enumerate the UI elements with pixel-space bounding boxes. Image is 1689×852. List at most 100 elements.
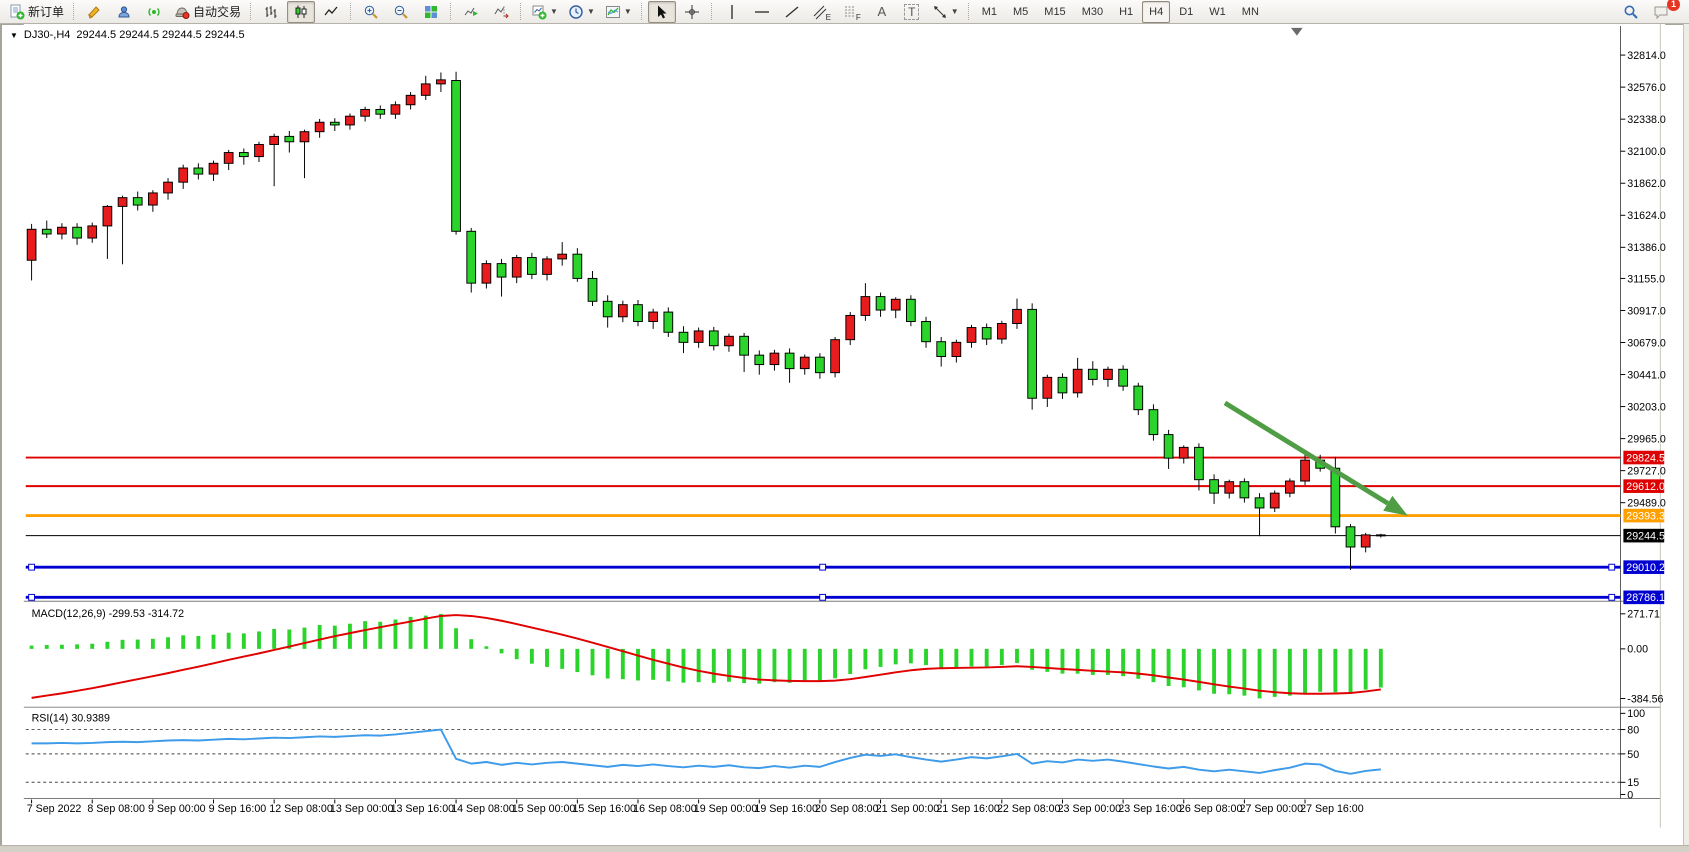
line-handle[interactable] — [1609, 594, 1615, 600]
price-axis[interactable]: 32814.032576.032338.032100.031862.031624… — [1620, 50, 1665, 510]
signals-button[interactable] — [140, 1, 168, 23]
crosshair-button[interactable] — [678, 1, 706, 23]
templates-dropdown[interactable]: ▼ — [601, 1, 636, 23]
auto-trading-icon — [174, 4, 190, 20]
price-tick-label: 32576.0 — [1627, 82, 1666, 94]
line-price-label: 29824.5 — [1626, 452, 1665, 464]
new-order-button[interactable]: 新订单 — [5, 1, 68, 23]
candle — [1376, 535, 1385, 536]
line-handle[interactable] — [1609, 564, 1615, 570]
candle — [285, 136, 294, 141]
channel-button[interactable]: E — [808, 1, 836, 23]
toolbar-separator — [968, 3, 970, 20]
label-button[interactable]: T — [898, 1, 926, 23]
zoom-out-button[interactable] — [387, 1, 415, 23]
date-tick-label: 12 Sep 08:00 — [269, 803, 333, 815]
candle — [1361, 535, 1370, 547]
candle — [922, 322, 931, 342]
window-right-scrollbar[interactable] — [1683, 24, 1689, 851]
date-tick-label: 27 Sep 00:00 — [1240, 803, 1304, 815]
auto-trading-button[interactable]: 自动交易 — [170, 1, 245, 23]
periods-dropdown[interactable]: ▼ — [564, 1, 599, 23]
template-chart-icon — [605, 4, 621, 20]
candle — [118, 198, 127, 207]
trendline-button[interactable] — [778, 1, 806, 23]
price-tick-label: 29489.0 — [1627, 498, 1666, 510]
auto-scroll-button[interactable] — [457, 1, 485, 23]
candle — [148, 193, 157, 205]
candle — [725, 336, 734, 345]
date-tick-label: 21 Sep 00:00 — [876, 803, 940, 815]
tab-timeframe-M1[interactable]: M1 — [975, 1, 1004, 23]
candle — [618, 305, 627, 317]
chart-candles-button[interactable] — [287, 1, 315, 23]
candle — [588, 278, 597, 301]
new-chart-dropdown[interactable]: ▼ — [527, 1, 562, 23]
zoom-in-button[interactable] — [357, 1, 385, 23]
line-handle[interactable] — [29, 594, 35, 600]
new-order-icon — [9, 4, 25, 20]
tab-timeframe-M15[interactable]: M15 — [1037, 1, 1072, 23]
chart-shift-button[interactable] — [487, 1, 515, 23]
candle — [558, 254, 567, 259]
arrows-dropdown[interactable]: ▼ — [928, 1, 963, 23]
date-tick-label: 13 Sep 16:00 — [391, 803, 455, 815]
cursor-button[interactable] — [648, 1, 676, 23]
tab-timeframe-D1[interactable]: D1 — [1172, 1, 1200, 23]
text-button[interactable]: A — [868, 1, 896, 23]
crosshair-icon — [684, 4, 700, 20]
chart-line-button[interactable] — [317, 1, 345, 23]
date-tick-label: 9 Sep 00:00 — [148, 803, 206, 815]
candle — [482, 264, 491, 284]
line-chart-icon — [323, 4, 339, 20]
price-tick-label: 32100.0 — [1627, 146, 1666, 158]
candle — [1270, 493, 1279, 508]
notifications-button[interactable]: 1 — [1647, 1, 1675, 23]
tab-timeframe-M5[interactable]: M5 — [1006, 1, 1035, 23]
chart-canvas[interactable]: 32814.032576.032338.032100.031862.031624… — [0, 24, 1689, 851]
candle — [467, 231, 476, 283]
candle — [891, 299, 900, 310]
candle — [421, 84, 430, 95]
tab-timeframe-H1[interactable]: H1 — [1112, 1, 1140, 23]
equidistant-channel-icon — [813, 4, 827, 20]
candle — [1088, 369, 1097, 379]
candle — [543, 259, 552, 274]
line-handle[interactable] — [820, 564, 826, 570]
date-tick-label: 19 Sep 16:00 — [754, 803, 818, 815]
candle — [664, 312, 673, 332]
date-tick-label: 23 Sep 00:00 — [1058, 803, 1122, 815]
candle — [376, 109, 385, 114]
line-handle[interactable] — [29, 564, 35, 570]
chevron-down-icon: ▼ — [550, 8, 558, 16]
price-tick-label: 31155.0 — [1627, 273, 1665, 285]
candle — [573, 254, 582, 278]
candle — [1195, 447, 1204, 479]
collapse-triangle-icon[interactable]: ▼ — [10, 31, 18, 40]
price-tick-label: 31862.0 — [1627, 178, 1666, 190]
candle — [831, 340, 840, 373]
tile-windows-button[interactable] — [417, 1, 445, 23]
tab-timeframe-MN[interactable]: MN — [1235, 1, 1266, 23]
new-chart-icon — [531, 4, 547, 20]
styler-button[interactable] — [80, 1, 108, 23]
community-button[interactable] — [110, 1, 138, 23]
candle — [406, 95, 415, 104]
candle — [179, 168, 188, 182]
tab-timeframe-M30[interactable]: M30 — [1075, 1, 1110, 23]
candle — [527, 258, 536, 275]
candle — [361, 109, 370, 116]
fibonacci-button[interactable]: F — [838, 1, 866, 23]
chart-bars-button[interactable] — [257, 1, 285, 23]
tab-timeframe-H4[interactable]: H4 — [1142, 1, 1170, 23]
fibonacci-icon — [843, 4, 857, 20]
tab-timeframe-W1[interactable]: W1 — [1202, 1, 1233, 23]
toolbar-separator — [711, 3, 713, 20]
chart-header: ▼ DJ30-,H4 29244.5 29244.5 29244.5 29244… — [10, 29, 245, 41]
line-handle[interactable] — [820, 594, 826, 600]
vertical-line-button[interactable] — [718, 1, 746, 23]
styler-icon — [86, 4, 102, 20]
search-button[interactable] — [1617, 1, 1645, 23]
candle — [194, 168, 203, 174]
horizontal-line-button[interactable] — [748, 1, 776, 23]
